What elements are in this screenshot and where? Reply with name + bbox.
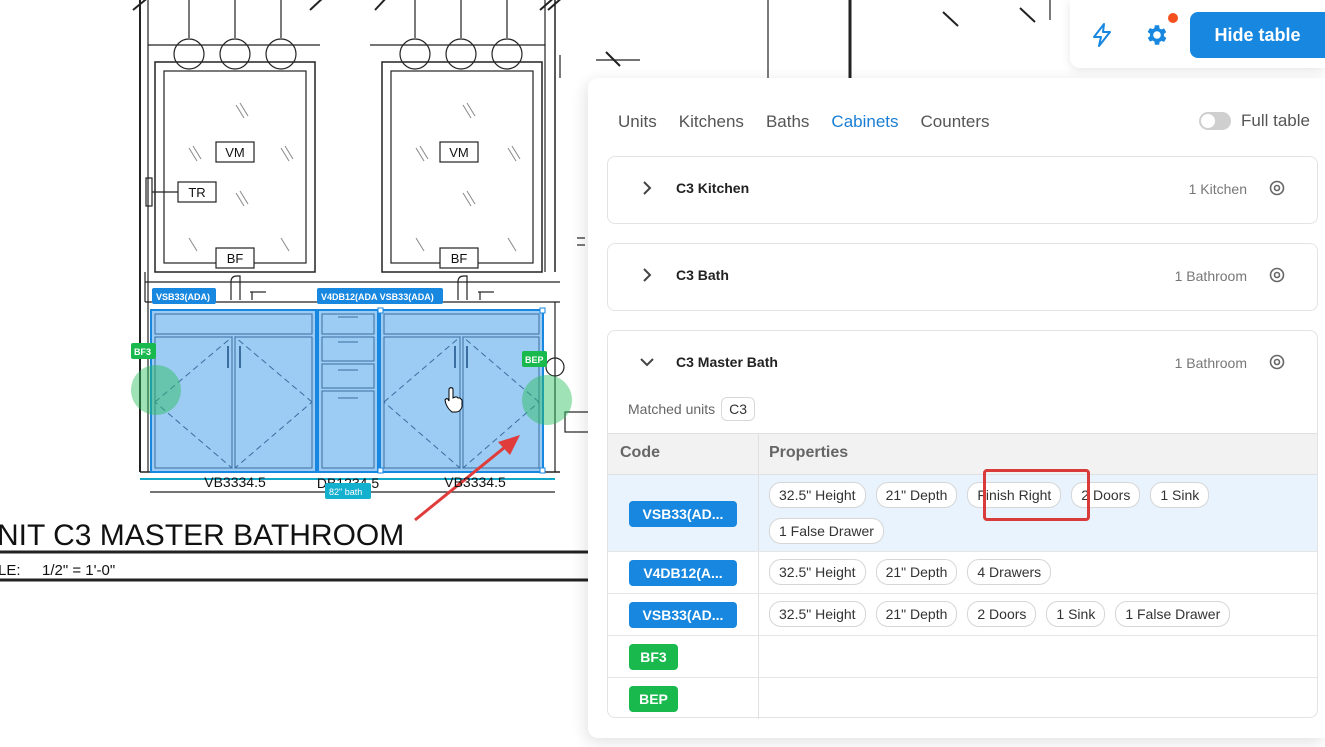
table-row[interactable]: VSB33(AD... 32.5" Height 21" Depth 2 Doo… [608,594,1317,636]
bf-label-left: BF [227,251,244,266]
group-header[interactable]: C3 Bath 1 Bathroom [608,244,1317,308]
code-badge[interactable]: BF3 [629,644,678,670]
code-badge[interactable]: VSB33(AD... [629,501,737,527]
properties-list: 32.5" Height 21" Depth 4 Drawers [769,559,1309,595]
matched-units: Matched units C3 [628,397,756,421]
table-row[interactable]: BF3 [608,636,1317,678]
cabinets-table: Code Properties VSB33(AD... 32.5" Height… [608,433,1317,719]
group-title: C3 Bath [676,267,729,283]
table-row[interactable]: V4DB12(A... 32.5" Height 21" Depth 4 Dra… [608,552,1317,594]
property-chip: 1 Sink [1150,482,1210,508]
hide-table-button[interactable]: Hide table [1190,12,1325,58]
target-icon[interactable] [1268,353,1286,371]
unit-chip[interactable]: C3 [721,397,756,421]
target-icon[interactable] [1268,179,1286,197]
tab-baths[interactable]: Baths [766,112,809,132]
property-chip: 32.5" Height [769,601,866,627]
table-header: Code Properties [608,434,1317,475]
tab-counters[interactable]: Counters [921,112,990,132]
mirror-label-left: VM [225,145,245,160]
table-row[interactable]: VSB33(AD... 32.5" Height 21" Depth Finis… [608,475,1317,552]
gear-icon[interactable] [1140,18,1174,52]
tr-label: TR [188,185,205,200]
property-chip: 21" Depth [875,482,958,508]
group-header[interactable]: C3 Kitchen 1 Kitchen [608,157,1317,221]
tab-cabinets[interactable]: Cabinets [831,112,898,132]
property-chip: 4 Drawers [967,559,1052,585]
header-code[interactable]: Code [620,444,660,462]
code-badge[interactable]: VSB33(AD... [629,602,737,628]
scale-value: 1/2" = 1'-0" [42,562,115,579]
notification-dot [1168,13,1178,23]
tab-bar: Units Kitchens Baths Cabinets Counters [618,112,1012,132]
mirror-label-right: VM [449,145,469,160]
property-chip: 1 False Drawer [1115,601,1231,627]
toggle-switch[interactable] [1199,112,1231,130]
property-chip: 2 Doors [1071,482,1141,508]
drawing-title: NIT C3 MASTER BATHROOM [0,519,404,552]
full-table-label: Full table [1241,111,1310,130]
property-chip: 21" Depth [875,559,958,585]
target-icon[interactable] [1268,266,1286,284]
chevron-down-icon[interactable] [638,353,656,371]
property-chip: 1 Sink [1046,601,1106,627]
property-chip: Finish Right [967,482,1062,508]
lightning-icon[interactable] [1085,18,1119,52]
property-chip: 1 False Drawer [769,518,884,544]
bf-label-right: BF [451,251,468,266]
scale-label: LE: [0,562,21,579]
tag-bath-size: 82" bath [329,487,362,497]
tab-units[interactable]: Units [618,112,657,132]
matched-units-label: Matched units [628,401,716,417]
code-badge[interactable]: V4DB12(A... [629,560,737,586]
code-badge[interactable]: BEP [629,686,678,712]
group-count: 1 Bathroom [1174,355,1247,371]
group-count: 1 Kitchen [1188,181,1247,197]
group-c3-kitchen: C3 Kitchen 1 Kitchen [607,156,1318,224]
property-chip: 2 Doors [967,601,1037,627]
group-c3-master-bath: C3 Master Bath 1 Bathroom Matched units … [607,330,1318,719]
cabinet-label-right: VB3334.5 [444,474,506,490]
cabinet-panel: Units Kitchens Baths Cabinets Counters F… [588,78,1325,738]
properties-list: 32.5" Height 21" Depth Finish Right 2 Do… [769,482,1309,554]
tag-bf3[interactable]: BF3 [134,347,151,357]
property-chip: 32.5" Height [769,482,866,508]
group-title: C3 Kitchen [676,180,750,196]
cabinet-label-left: VB3334.5 [204,474,266,490]
group-c3-bath: C3 Bath 1 Bathroom [607,243,1318,311]
tag-left-vanity[interactable]: VSB33(ADA) [156,292,210,302]
group-count: 1 Bathroom [1174,268,1247,284]
tag-middle[interactable]: V4DB12(ADA VSB33(ADA) [321,292,434,302]
tab-kitchens[interactable]: Kitchens [679,112,744,132]
property-chip: 21" Depth [875,601,958,627]
table-row[interactable]: BEP [608,678,1317,719]
chevron-right-icon[interactable] [638,266,656,284]
full-table-toggle[interactable]: Full table [1199,111,1310,131]
property-chip: 32.5" Height [769,559,866,585]
tag-bep[interactable]: BEP [525,355,544,365]
group-title: C3 Master Bath [676,354,778,370]
properties-list: 32.5" Height 21" Depth 2 Doors 1 Sink 1 … [769,601,1309,637]
header-properties[interactable]: Properties [769,444,848,462]
chevron-right-icon[interactable] [638,179,656,197]
group-header[interactable]: C3 Master Bath 1 Bathroom [608,331,1317,395]
